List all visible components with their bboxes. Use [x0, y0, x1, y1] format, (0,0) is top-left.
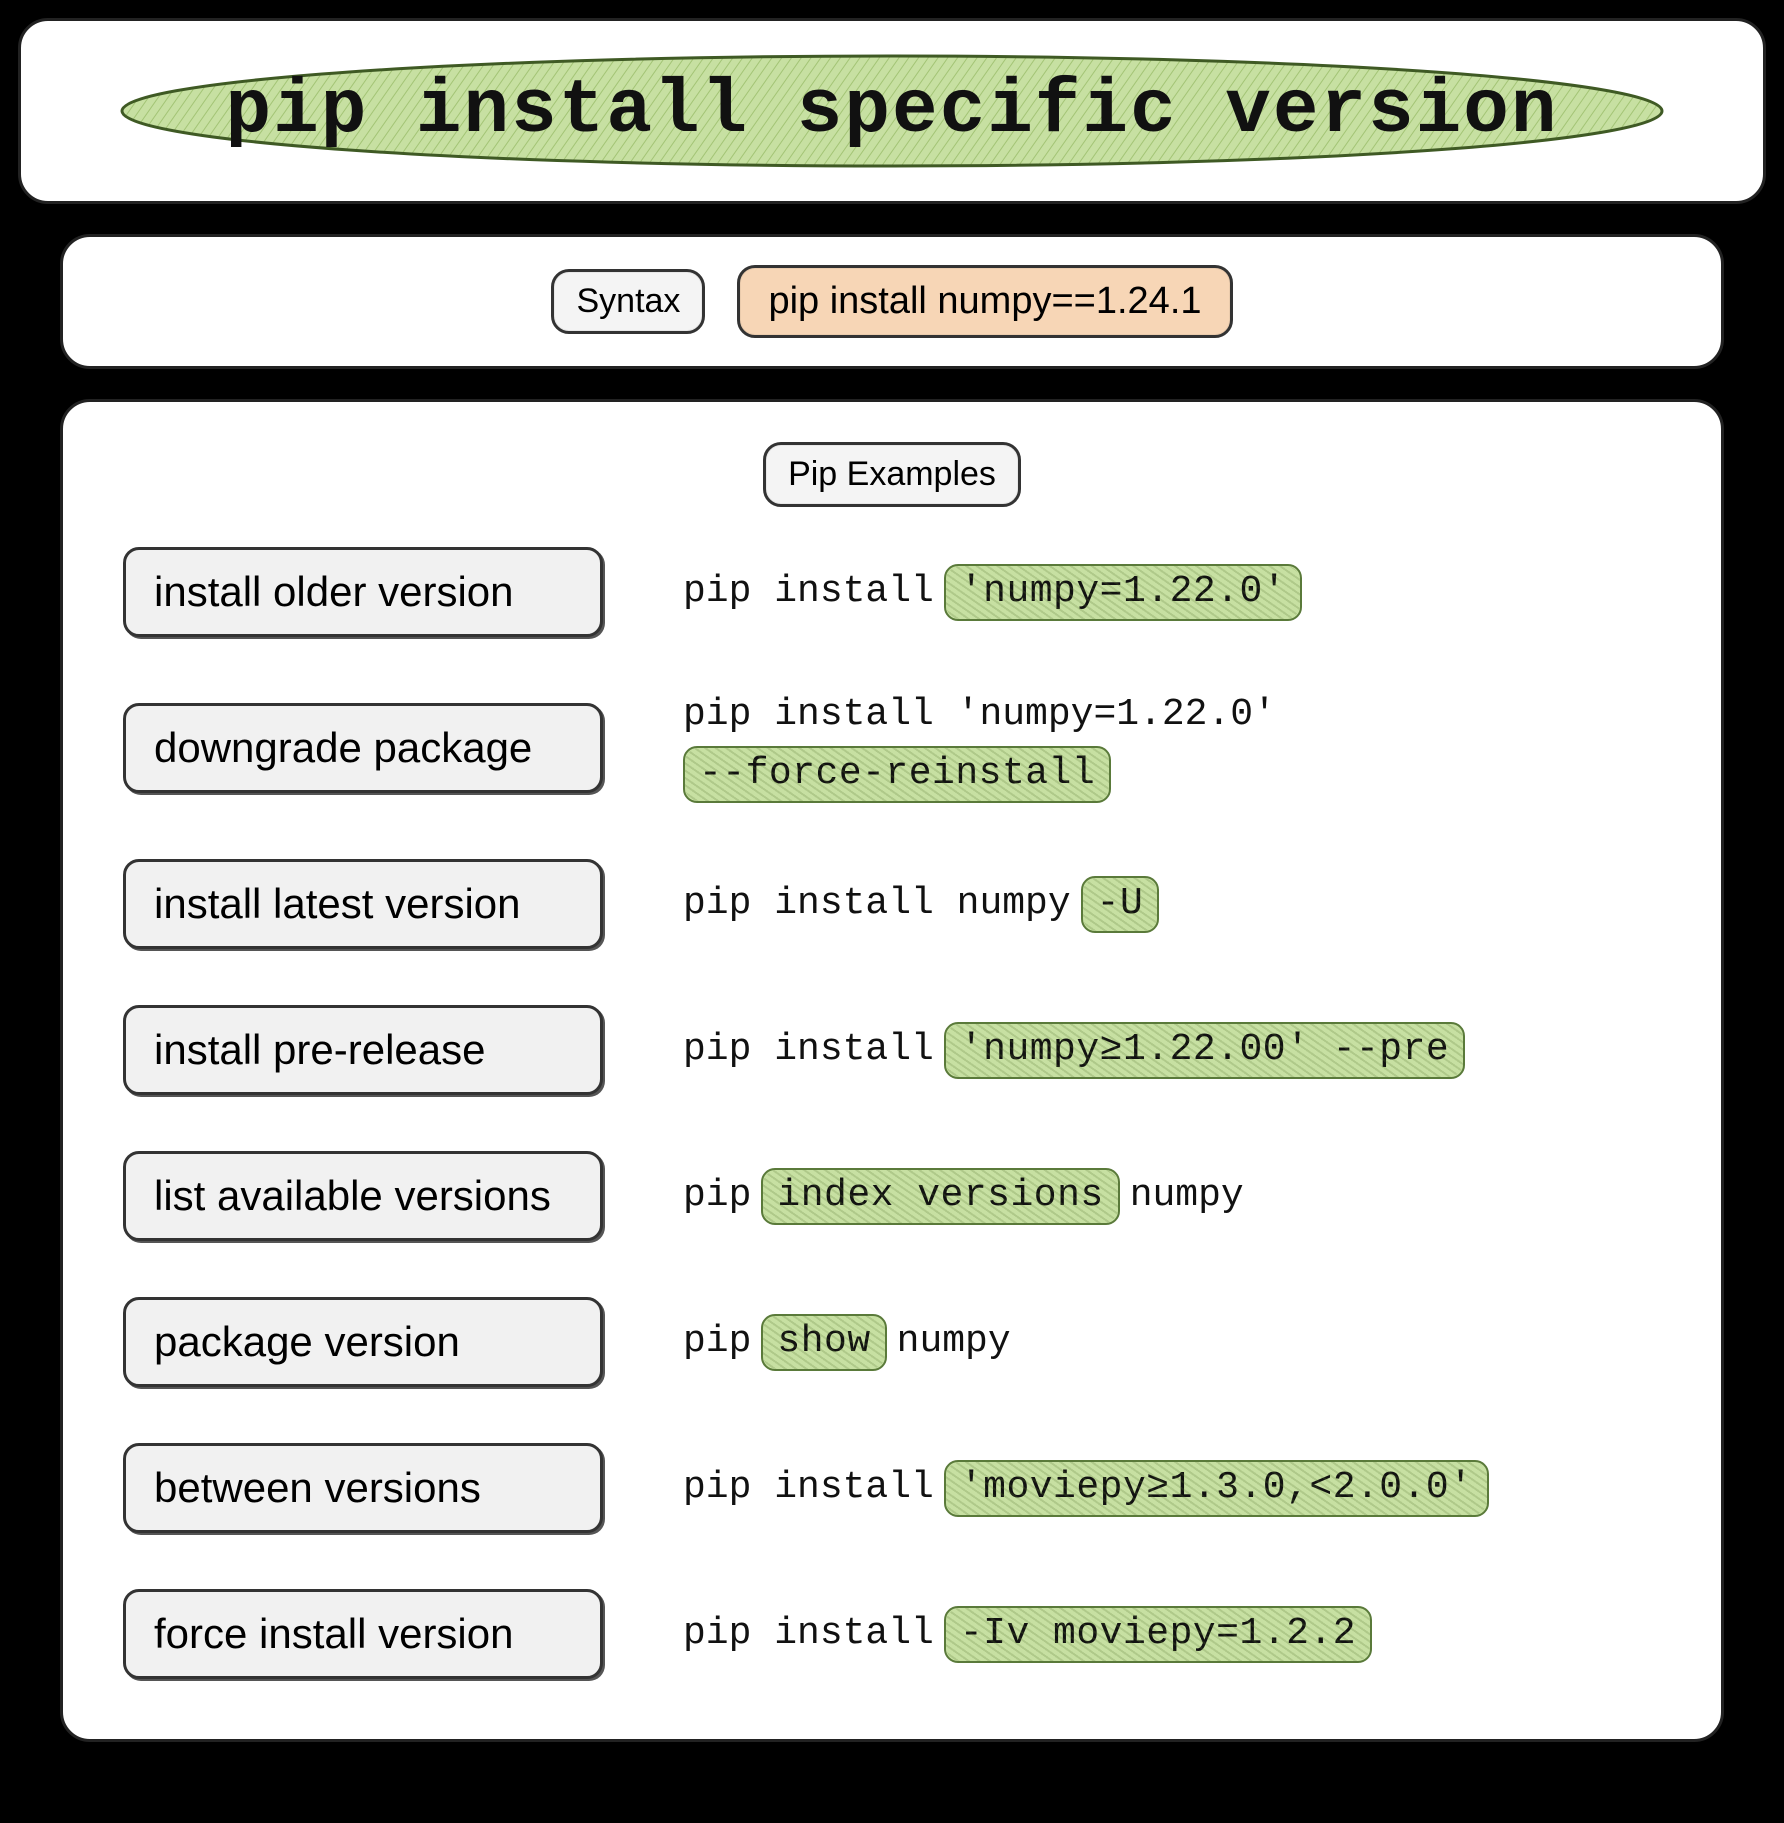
example-label: downgrade package	[123, 703, 603, 793]
command-highlight: -U	[1081, 876, 1160, 933]
example-row: force install version pip install -Iv mov…	[123, 1589, 1661, 1679]
example-row: package version pip show numpy	[123, 1297, 1661, 1387]
example-label: package version	[123, 1297, 603, 1387]
example-command: pip install 'numpy≥1.22.00' --pre	[683, 1022, 1465, 1079]
example-label: install latest version	[123, 859, 603, 949]
title-panel: pip install specific version	[18, 18, 1766, 204]
command-pre: pip install	[683, 1466, 934, 1509]
command-pre: pip install	[683, 1028, 934, 1071]
example-row: install older version pip install 'numpy=…	[123, 547, 1661, 637]
command-highlight: show	[761, 1314, 886, 1371]
example-row: install pre-release pip install 'numpy≥1.…	[123, 1005, 1661, 1095]
example-label: install older version	[123, 547, 603, 637]
example-command: pip install 'numpy=1.22.0' --force-reins…	[683, 693, 1661, 803]
page-title: pip install specific version	[225, 68, 1558, 154]
example-label: install pre-release	[123, 1005, 603, 1095]
command-pre: pip install numpy	[683, 882, 1071, 925]
command-post: numpy	[897, 1320, 1011, 1363]
command-pre: pip install 'numpy=1.22.0'	[683, 693, 1276, 736]
example-row: downgrade package pip install 'numpy=1.22…	[123, 693, 1661, 803]
examples-panel: Pip Examples install older version pip in…	[60, 399, 1724, 1742]
command-highlight: 'moviepy≥1.3.0,<2.0.0'	[944, 1460, 1489, 1517]
example-label: force install version	[123, 1589, 603, 1679]
command-pre: pip install	[683, 570, 934, 613]
syntax-label: Syntax	[551, 269, 705, 334]
command-pre: pip	[683, 1174, 751, 1217]
syntax-command: pip install numpy==1.24.1	[737, 265, 1232, 338]
example-command: pip index versions numpy	[683, 1168, 1244, 1225]
example-command: pip show numpy	[683, 1314, 1011, 1371]
examples-list: install older version pip install 'numpy=…	[123, 547, 1661, 1679]
example-command: pip install 'numpy=1.22.0'	[683, 564, 1302, 621]
example-row: list available versions pip index version…	[123, 1151, 1661, 1241]
command-highlight: 'numpy=1.22.0'	[944, 564, 1302, 621]
command-highlight: --force-reinstall	[683, 746, 1111, 803]
example-label: list available versions	[123, 1151, 603, 1241]
command-highlight: 'numpy≥1.22.00' --pre	[944, 1022, 1465, 1079]
command-highlight: index versions	[761, 1168, 1119, 1225]
command-post: numpy	[1130, 1174, 1244, 1217]
example-row: install latest version pip install numpy …	[123, 859, 1661, 949]
section-title: Pip Examples	[763, 442, 1021, 507]
example-command: pip install numpy -U	[683, 876, 1159, 933]
command-pre: pip	[683, 1320, 751, 1363]
example-command: pip install -Iv moviepy=1.2.2	[683, 1606, 1372, 1663]
example-label: between versions	[123, 1443, 603, 1533]
command-pre: pip install	[683, 1612, 934, 1655]
syntax-panel: Syntax pip install numpy==1.24.1	[60, 234, 1724, 369]
section-title-wrap: Pip Examples	[123, 442, 1661, 507]
example-row: between versions pip install 'moviepy≥1.3…	[123, 1443, 1661, 1533]
title-ellipse: pip install specific version	[112, 51, 1672, 171]
command-highlight: -Iv moviepy=1.2.2	[944, 1606, 1372, 1663]
example-command: pip install 'moviepy≥1.3.0,<2.0.0'	[683, 1460, 1489, 1517]
